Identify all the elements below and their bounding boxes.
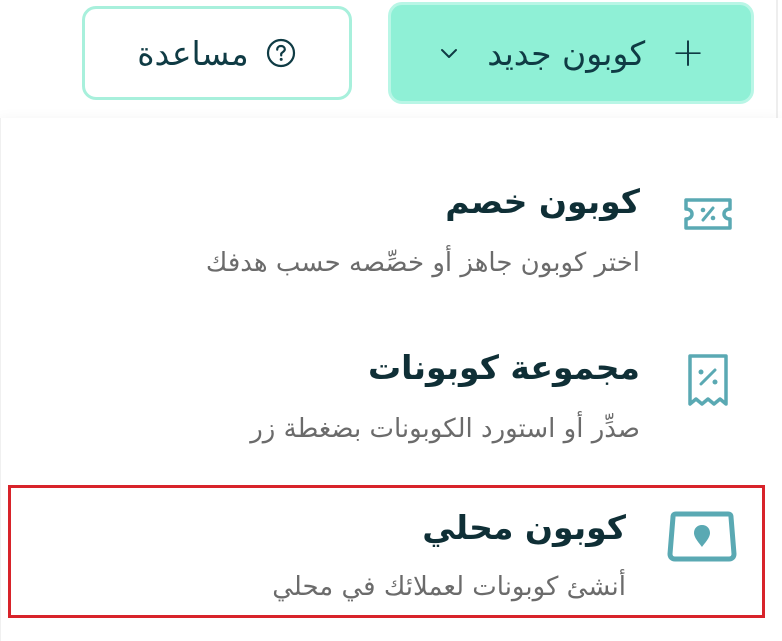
help-label: مساعدة: [137, 33, 249, 73]
highlight-box: [8, 485, 765, 618]
help-button[interactable]: مساعدة: [82, 6, 352, 100]
menu-item-description: صدِّر أو استورد الكوبونات بضغطة زر: [250, 414, 640, 444]
new-coupon-label: كوبون جديد: [487, 33, 646, 73]
menu-item-title: مجموعة كوبونات: [368, 348, 640, 387]
menu-item-title: كوبون خصم: [445, 182, 640, 221]
discount-ticket-icon: [684, 198, 732, 230]
chevron-down-icon: [441, 49, 458, 58]
menu-item-description: اختر كوبون جاهز أو خصِّصه حسب هدفك: [205, 248, 640, 278]
menu-item-coupon-group[interactable]: مجموعة كوبونات صدِّر أو استورد الكوبونات…: [0, 308, 782, 468]
coupon-receipt-icon: [688, 354, 728, 406]
plus-icon: +: [671, 30, 705, 76]
menu-item-discount-coupon[interactable]: كوبون خصم اختر كوبون جاهز أو خصِّصه حسب …: [0, 142, 782, 302]
coupon-menu-screen: + كوبون جديد مساعدة كوبون خصم اختر كوبون…: [0, 0, 782, 641]
new-coupon-button[interactable]: + كوبون جديد: [388, 2, 754, 104]
help-circle-icon: [266, 38, 295, 68]
